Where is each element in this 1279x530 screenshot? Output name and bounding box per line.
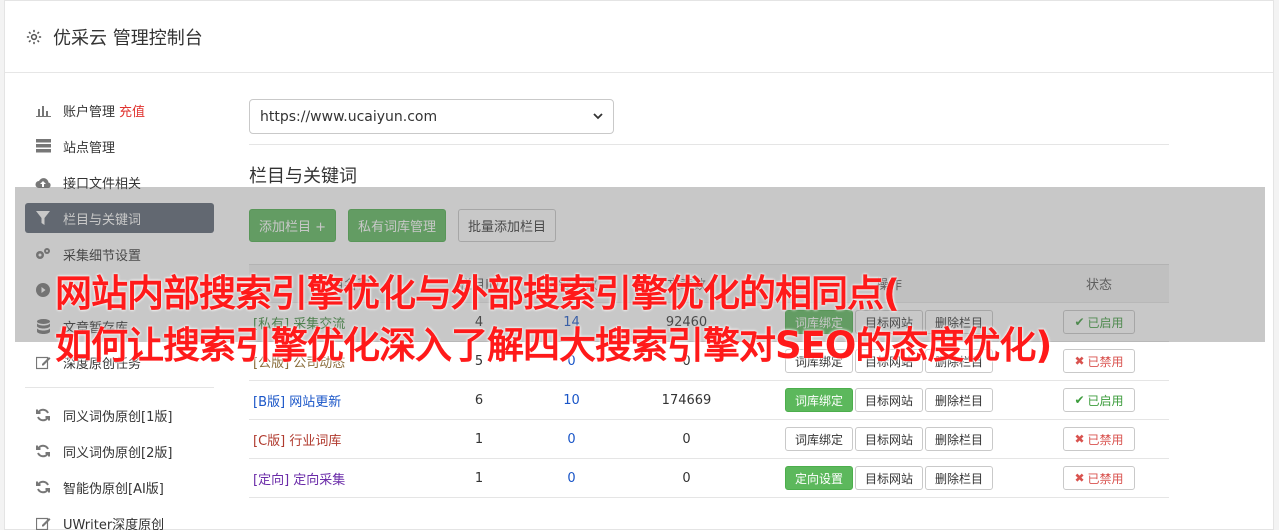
actions-cell: 词库绑定 目标网站 删除栏目 <box>749 380 1029 420</box>
status-cell: ✖ 已禁用 <box>1029 458 1169 498</box>
refresh-icon <box>35 479 51 495</box>
section-title: 栏目与关键词 <box>249 166 357 187</box>
refresh-icon <box>35 443 51 459</box>
table-row: [C版] 行业词库 1 0 0 词库绑定 目标网站 删除栏目 ✖ 已禁用 <box>249 419 1169 459</box>
status-toggle[interactable]: ✔ 已启用 <box>1063 388 1135 412</box>
overlay-caption-line: 如何让搜索引擎优化深入了解四大搜索引擎对SEO的态度优化) <box>55 324 1052 367</box>
sidebar-item-account[interactable]: 账户管理 充值 <box>25 95 214 125</box>
column-name-cell: [C版] 行业词库 <box>249 419 439 459</box>
column-tag: [定向] <box>253 472 290 488</box>
table-row: [B版] 网站更新 6 10 174669 词库绑定 目标网站 删除栏目 ✔ 已启用 <box>249 380 1169 420</box>
target-site-button[interactable]: 目标网站 <box>854 466 923 490</box>
header-bar: 优采云 管理控制台 <box>5 1 1273 73</box>
status-label: 已禁用 <box>1087 471 1124 486</box>
sidebar-item-label: UWriter深度原创 <box>63 517 165 530</box>
column-tag: [B版] <box>253 394 286 410</box>
status-label: 已禁用 <box>1087 432 1124 447</box>
column-name[interactable]: 定向采集 <box>293 473 345 488</box>
divider <box>249 144 1169 145</box>
target-site-button[interactable]: 目标网站 <box>854 427 923 451</box>
page-title: 优采云 管理控制台 <box>53 27 203 49</box>
bind-lib-button[interactable]: 定向设置 <box>784 466 853 490</box>
column-name[interactable]: 行业词库 <box>289 434 341 449</box>
column-tag: [C版] <box>253 433 286 449</box>
delete-column-button[interactable]: 删除栏目 <box>925 388 994 412</box>
delete-column-button[interactable]: 删除栏目 <box>925 466 994 490</box>
actions-cell: 词库绑定 目标网站 删除栏目 <box>749 419 1029 459</box>
sidebar-item-label: 智能伪原创[AI版] <box>63 481 164 497</box>
recharge-link[interactable]: 充值 <box>119 101 145 120</box>
bind-lib-button[interactable]: 词库绑定 <box>784 427 853 451</box>
column-name-cell: [定向] 定向采集 <box>249 458 439 498</box>
column-id: 6 <box>439 380 519 420</box>
edit-icon <box>35 515 51 530</box>
refresh-icon <box>35 407 51 423</box>
check-icon: ✔ <box>1074 393 1085 407</box>
site-select[interactable]: https://www.ucaiyun.com <box>249 99 614 134</box>
bar-chart-icon <box>35 102 51 118</box>
server-icon <box>35 138 51 154</box>
sidebar-item-synonym-v2[interactable]: 同义词伪原创[2版] <box>25 436 214 466</box>
article-count: 0 <box>624 458 749 498</box>
keyword-count[interactable]: 10 <box>519 380 624 420</box>
column-name[interactable]: 网站更新 <box>289 395 341 410</box>
status-toggle[interactable]: ✖ 已禁用 <box>1063 427 1135 451</box>
actions-cell: 定向设置 目标网站 删除栏目 <box>749 458 1029 498</box>
overlay-caption-line: 网站内部搜索引擎优化与外部搜索引擎优化的相同点( <box>55 272 900 315</box>
sidebar-item-label: 账户管理 <box>63 104 116 120</box>
sidebar-item-label: 同义词伪原创[2版] <box>63 445 173 461</box>
close-icon: ✖ <box>1074 432 1085 446</box>
sidebar-item-synonym-v1[interactable]: 同义词伪原创[1版] <box>25 400 214 430</box>
bind-lib-button[interactable]: 词库绑定 <box>784 388 853 412</box>
column-name-cell: [B版] 网站更新 <box>249 380 439 420</box>
overlay-caption: 网站内部搜索引擎优化与外部搜索引擎优化的相同点( 如何让搜索引擎优化深入了解四大… <box>55 268 1270 372</box>
sidebar-item-uwriter[interactable]: UWriter深度原创 <box>25 508 214 530</box>
target-site-button[interactable]: 目标网站 <box>854 388 923 412</box>
article-count: 174669 <box>624 380 749 420</box>
edit-icon <box>35 354 51 370</box>
chevron-down-icon <box>593 113 603 120</box>
article-count: 0 <box>624 419 749 459</box>
keyword-count[interactable]: 0 <box>519 458 624 498</box>
sidebar-item-label: 同义词伪原创[1版] <box>63 409 173 425</box>
status-toggle[interactable]: ✖ 已禁用 <box>1063 466 1135 490</box>
sidebar-item-sites[interactable]: 站点管理 <box>25 131 214 161</box>
sidebar-item-label: 站点管理 <box>63 140 116 156</box>
status-cell: ✖ 已禁用 <box>1029 419 1169 459</box>
delete-column-button[interactable]: 删除栏目 <box>925 427 994 451</box>
gear-icon <box>26 29 42 44</box>
site-select-value: https://www.ucaiyun.com <box>260 108 438 125</box>
column-id: 1 <box>439 458 519 498</box>
sidebar-divider <box>25 387 214 388</box>
sidebar-item-ai-rewrite[interactable]: 智能伪原创[AI版] <box>25 472 214 502</box>
status-cell: ✔ 已启用 <box>1029 380 1169 420</box>
status-label: 已启用 <box>1087 393 1124 408</box>
keyword-count[interactable]: 0 <box>519 419 624 459</box>
table-row: [定向] 定向采集 1 0 0 定向设置 目标网站 删除栏目 ✖ 已禁用 <box>249 458 1169 498</box>
close-icon: ✖ <box>1074 471 1085 485</box>
column-id: 1 <box>439 419 519 459</box>
